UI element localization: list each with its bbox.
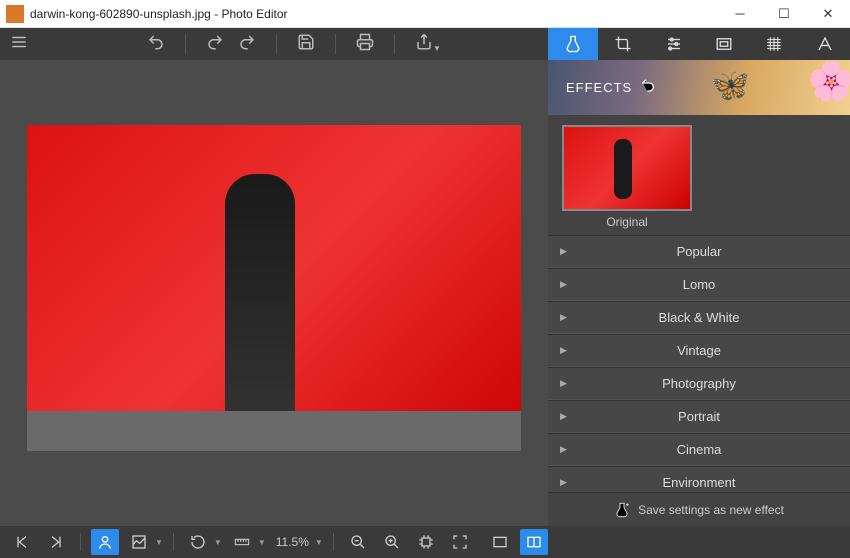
app-name-text: Photo Editor xyxy=(221,7,287,21)
tab-texture[interactable] xyxy=(749,28,799,60)
bottom-toolbar: ▼ ▼ ▼ 11.5% ▼ xyxy=(0,526,850,558)
category-label: Black & White xyxy=(659,310,740,325)
rotate-button[interactable] xyxy=(184,529,212,555)
category-black-white[interactable]: ▶ Black & White xyxy=(548,301,850,334)
original-thumbnail[interactable]: Original xyxy=(562,125,692,229)
window-titlebar: darwin-kong-602890-unsplash.jpg - Photo … xyxy=(0,0,850,28)
category-portrait[interactable]: ▶ Portrait xyxy=(548,400,850,433)
prev-image-button[interactable] xyxy=(8,529,36,555)
effects-title: EFFECTS xyxy=(566,80,632,95)
expand-icon: ▶ xyxy=(560,246,567,257)
category-photography[interactable]: ▶ Photography xyxy=(548,367,850,400)
separator xyxy=(335,34,336,54)
category-label: Photography xyxy=(662,376,736,391)
butterfly-decoration: 🦋 xyxy=(710,66,750,104)
category-label: Vintage xyxy=(677,343,721,358)
reset-effects-button[interactable] xyxy=(640,77,656,98)
category-lomo[interactable]: ▶ Lomo xyxy=(548,268,850,301)
expand-icon: ▶ xyxy=(560,312,567,323)
main-image xyxy=(27,125,521,451)
category-vintage[interactable]: ▶ Vintage xyxy=(548,334,850,367)
separator xyxy=(276,34,277,54)
menu-button[interactable] xyxy=(10,33,34,56)
save-effect-label: Save settings as new effect xyxy=(638,503,784,517)
dropdown-icon[interactable]: ▼ xyxy=(315,538,323,547)
print-button[interactable] xyxy=(356,33,374,56)
category-label: Environment xyxy=(663,475,736,490)
category-label: Lomo xyxy=(683,277,716,292)
next-image-button[interactable] xyxy=(42,529,70,555)
category-popular[interactable]: ▶ Popular xyxy=(548,235,850,268)
close-button[interactable]: ✕ xyxy=(806,0,850,28)
compare-view-button[interactable] xyxy=(520,529,548,555)
undo-button[interactable] xyxy=(147,33,165,56)
separator xyxy=(80,533,81,551)
category-label: Cinema xyxy=(677,442,722,457)
tab-adjust[interactable] xyxy=(649,28,699,60)
thumbnail-image xyxy=(562,125,692,211)
dropdown-icon[interactable]: ▼ xyxy=(258,538,266,547)
effects-panel: EFFECTS 🦋 🌸 Original ▶ Popular ▶ Lomo ▶ Bla… xyxy=(548,60,850,526)
redo-forward-button[interactable] xyxy=(238,33,256,56)
maximize-button[interactable]: ☐ xyxy=(762,0,806,28)
expand-icon: ▶ xyxy=(560,345,567,356)
app-icon xyxy=(6,5,24,23)
expand-icon: ▶ xyxy=(560,411,567,422)
dropdown-icon[interactable]: ▼ xyxy=(214,538,222,547)
category-environment[interactable]: ▶ Environment xyxy=(548,466,850,492)
dropdown-icon[interactable]: ▼ xyxy=(155,538,163,547)
actual-size-button[interactable] xyxy=(412,529,440,555)
separator xyxy=(185,34,186,54)
canvas-area[interactable] xyxy=(0,60,548,526)
fit-screen-button[interactable] xyxy=(446,529,474,555)
zoom-out-button[interactable] xyxy=(344,529,372,555)
single-view-button[interactable] xyxy=(486,529,514,555)
separator xyxy=(173,533,174,551)
expand-icon: ▶ xyxy=(560,279,567,290)
window-title: darwin-kong-602890-unsplash.jpg - Photo … xyxy=(30,7,288,21)
tab-effects[interactable] xyxy=(548,28,598,60)
save-button[interactable] xyxy=(297,33,315,56)
thumbnail-label: Original xyxy=(562,215,692,229)
redo-button[interactable] xyxy=(206,33,224,56)
top-toolbar: ▾ xyxy=(0,28,850,60)
separator xyxy=(394,34,395,54)
expand-icon: ▶ xyxy=(560,477,567,488)
category-cinema[interactable]: ▶ Cinema xyxy=(548,433,850,466)
zoom-in-button[interactable] xyxy=(378,529,406,555)
expand-icon: ▶ xyxy=(560,444,567,455)
histogram-button[interactable] xyxy=(125,529,153,555)
effect-category-list: ▶ Popular ▶ Lomo ▶ Black & White ▶ Vintage ▶… xyxy=(548,235,850,492)
title-separator: - xyxy=(211,7,222,21)
fit-person-button[interactable] xyxy=(91,529,119,555)
thumbnail-area: Original xyxy=(548,115,850,235)
tab-frame[interactable] xyxy=(699,28,749,60)
minimize-button[interactable]: ─ xyxy=(718,0,762,28)
separator xyxy=(333,533,334,551)
zoom-level[interactable]: 11.5% xyxy=(276,535,309,549)
category-label: Portrait xyxy=(678,409,720,424)
ruler-button[interactable] xyxy=(228,529,256,555)
flowers-decoration: 🌸 xyxy=(808,60,850,104)
filename-text: darwin-kong-602890-unsplash.jpg xyxy=(30,7,211,21)
expand-icon: ▶ xyxy=(560,378,567,389)
tab-text[interactable] xyxy=(800,28,850,60)
effects-header: EFFECTS 🦋 🌸 xyxy=(548,60,850,115)
share-button[interactable]: ▾ xyxy=(415,33,440,56)
category-label: Popular xyxy=(677,244,722,259)
tab-crop[interactable] xyxy=(598,28,648,60)
save-as-effect-button[interactable]: Save settings as new effect xyxy=(548,492,850,526)
